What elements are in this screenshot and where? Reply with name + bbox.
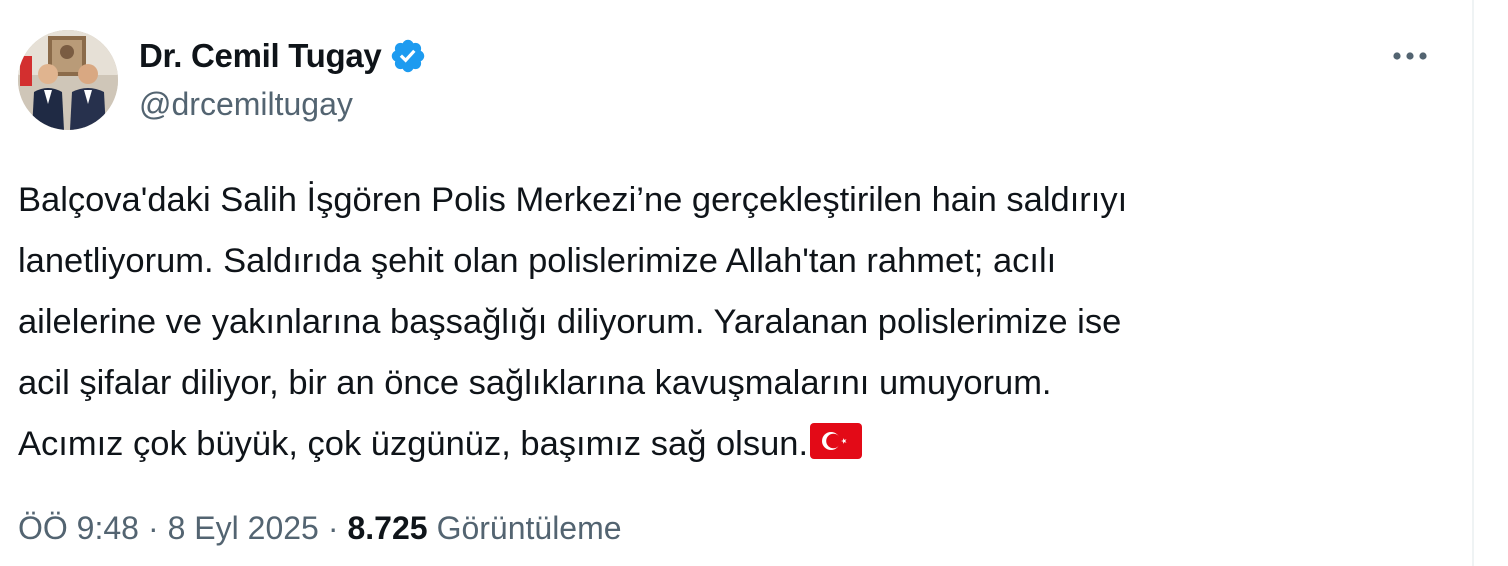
turkey-flag-icon: [810, 418, 863, 459]
tweet-date[interactable]: 8 Eyl 2025: [168, 510, 319, 547]
tweet-meta: ÖÖ 9:48 · 8 Eyl 2025 · 8.725 Görüntüleme: [18, 510, 622, 547]
verified-badge-icon[interactable]: [389, 37, 427, 75]
tweet-time[interactable]: ÖÖ 9:48: [18, 510, 139, 547]
meta-separator: ·: [327, 510, 339, 546]
meta-separator: ·: [147, 510, 159, 546]
tweet-text-line: acil şifalar diliyor, bir an önce sağlık…: [18, 364, 1052, 402]
author-block: Dr. Cemil Tugay @drcemiltugay: [139, 36, 427, 123]
tweet-text: Balçova'daki Salih İşgören Polis Merkezi…: [18, 170, 1438, 475]
tweet-text-line: Balçova'daki Salih İşgören Polis Merkezi…: [18, 181, 1128, 219]
tweet-text-line-last: Acımız çok büyük, çok üzgünüz, başımız s…: [18, 414, 1438, 475]
tweet-text-line: lanetliyorum. Saldırıda şehit olan polis…: [18, 242, 1057, 280]
avatar[interactable]: [18, 30, 118, 130]
views-count[interactable]: 8.725: [347, 510, 427, 547]
tweet-text-last-segment: Acımız çok büyük, çok üzgünüz, başımız s…: [18, 425, 809, 463]
avatar-photo: [18, 30, 118, 130]
tweet-text-line: ailelerine ve yakınlarına başsağlığı dil…: [18, 303, 1122, 341]
timeline-border: [1472, 0, 1474, 566]
author-name-row: Dr. Cemil Tugay: [139, 36, 427, 76]
author-handle[interactable]: @drcemiltugay: [139, 86, 427, 123]
views-label[interactable]: Görüntüleme: [437, 510, 622, 547]
more-options-icon[interactable]: [1386, 38, 1434, 74]
author-display-name[interactable]: Dr. Cemil Tugay: [139, 37, 382, 75]
tweet: Dr. Cemil Tugay @drcemiltugay Balçova'da…: [0, 0, 1472, 566]
